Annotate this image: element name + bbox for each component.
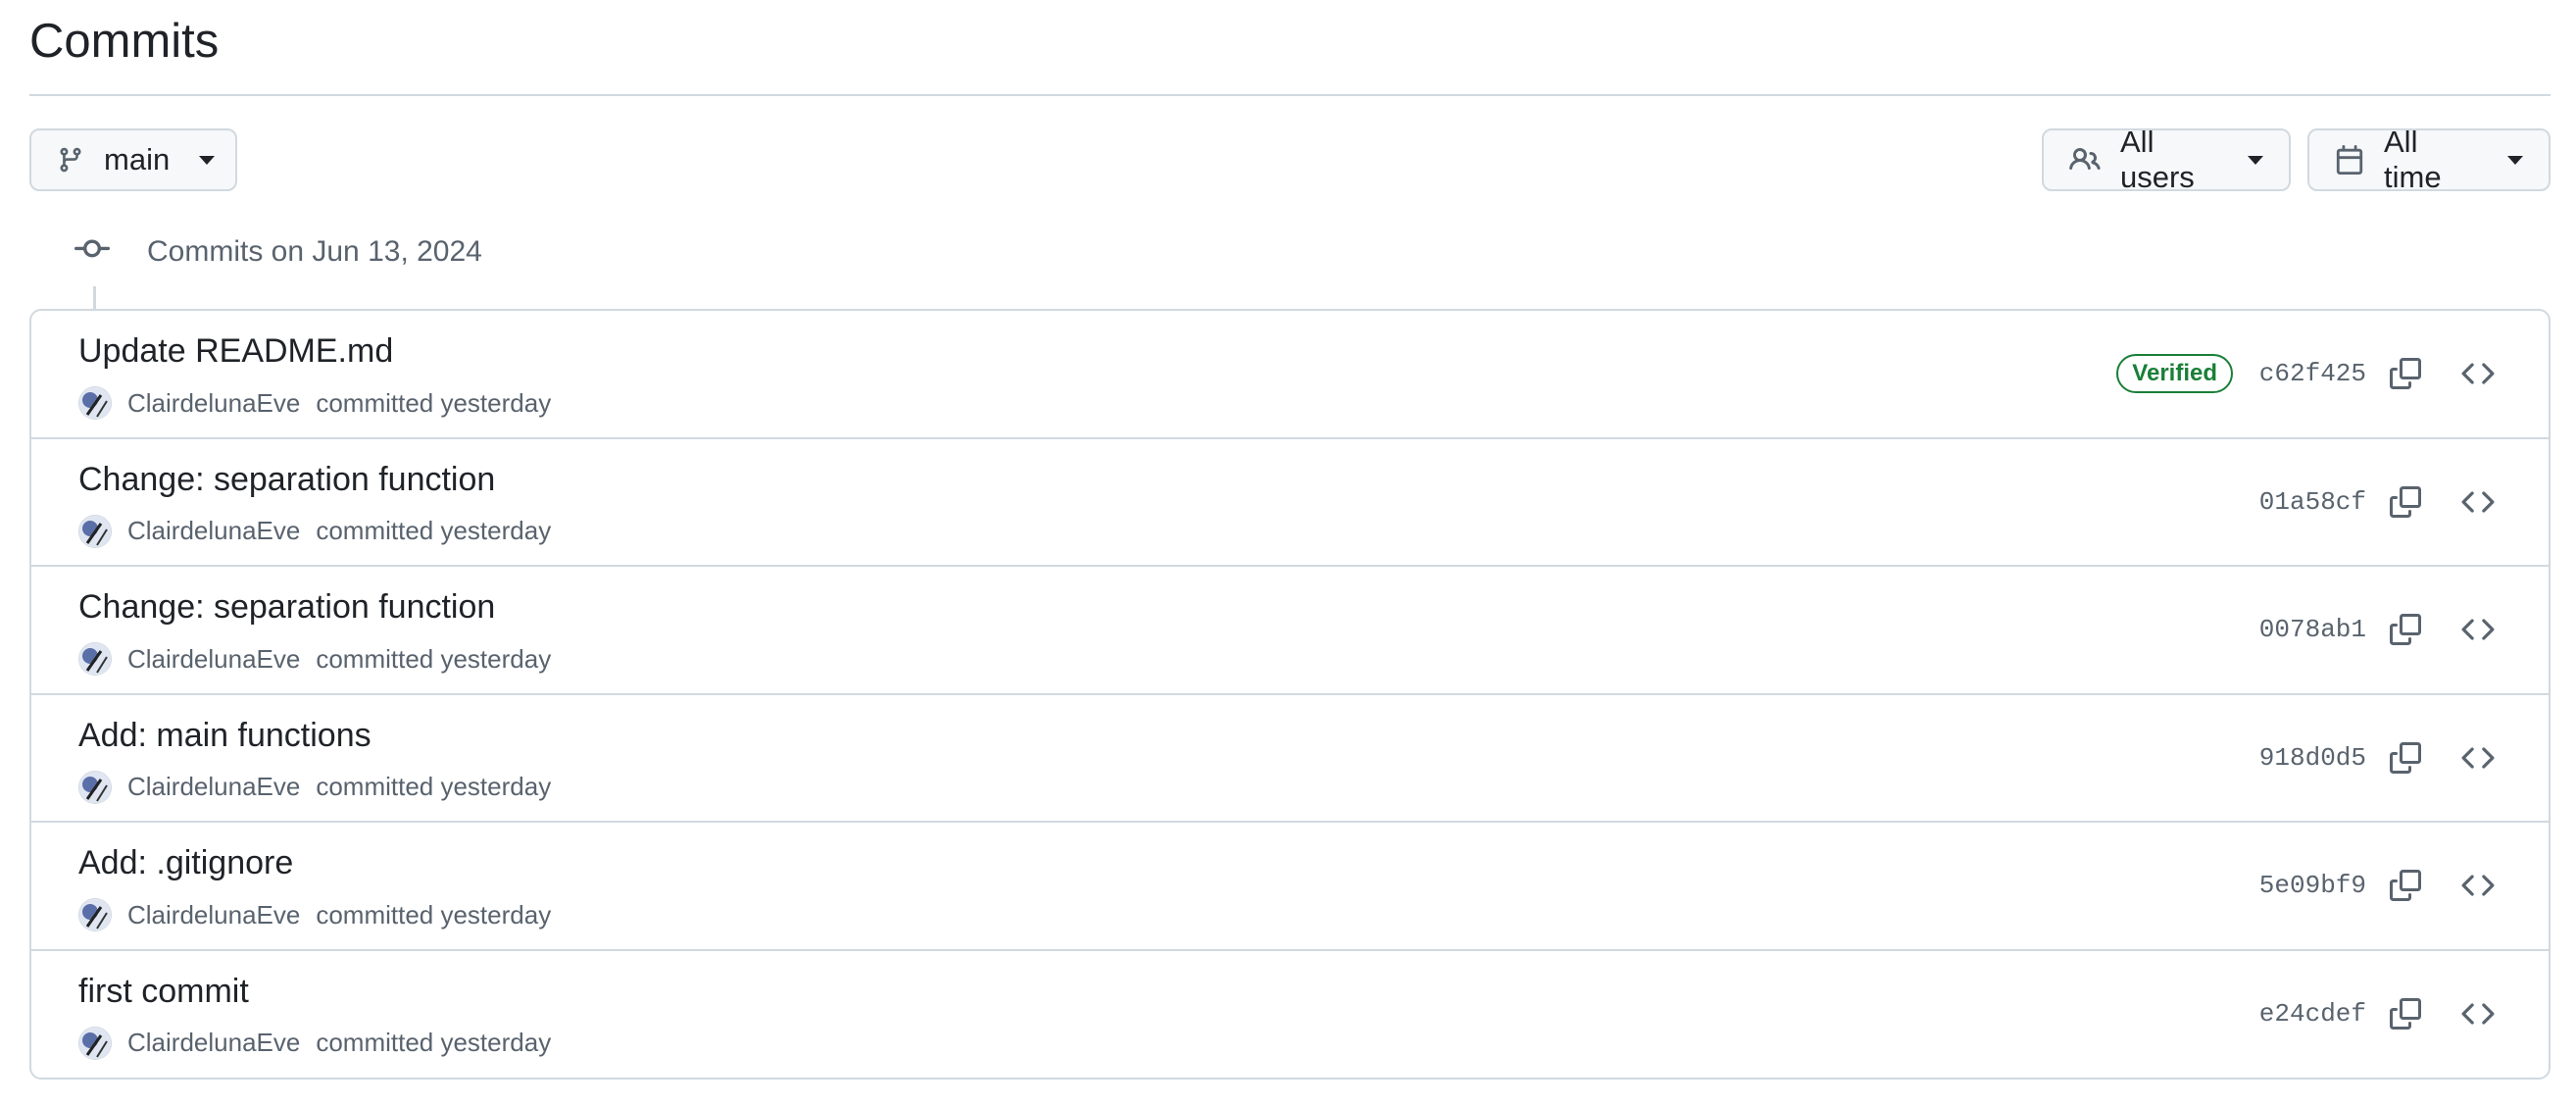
commit-meta: ClairdelunaEve committed yesterday [78,1026,552,1060]
branch-select-button[interactable]: main [29,128,237,191]
commit-time: committed yesterday [316,772,552,801]
commit-sha-link[interactable]: 01a58cf [2259,483,2366,521]
commit-row: Add: main functions ClairdelunaEve commi… [31,695,2549,823]
commit-sha-link[interactable]: 0078ab1 [2259,611,2366,648]
verified-badge[interactable]: Verified [2116,354,2233,393]
commit-sha-link[interactable]: 918d0d5 [2259,739,2366,777]
branch-label: main [104,142,171,176]
commit-row: Change: separation function ClairdelunaE… [31,567,2549,695]
commit-meta: ClairdelunaEve committed yesterday [78,770,552,804]
browse-code-button[interactable] [2458,738,2498,778]
avatar[interactable] [78,642,112,676]
avatar[interactable] [78,898,112,931]
page-title: Commits [29,15,220,68]
commit-title-link[interactable]: Add: main functions [78,717,372,755]
copy-sha-button[interactable] [2386,354,2425,393]
git-commit-icon [74,231,110,272]
commit-time: committed yesterday [316,516,552,545]
copy-sha-button[interactable] [2386,866,2425,905]
code-icon [2461,875,2495,896]
commit-meta: ClairdelunaEve committed yesterday [78,514,552,548]
avatar[interactable] [78,1026,112,1060]
browse-code-button[interactable] [2458,994,2498,1033]
commit-sha-link[interactable]: e24cdef [2259,995,2366,1032]
code-icon [2461,619,2495,640]
commit-title-link[interactable]: Change: separation function [78,588,495,627]
chevron-down-icon [199,155,216,165]
commit-day-header: Commits on Jun 13, 2024 [74,231,482,272]
commit-time: committed yesterday [316,899,552,930]
code-icon [2461,746,2495,769]
commit-title-link[interactable]: Change: separation function [78,461,495,499]
commit-author[interactable]: ClairdelunaEve [127,388,300,419]
users-filter-button[interactable]: All users [2042,125,2291,194]
copy-sha-button[interactable] [2386,482,2425,522]
commit-title-link[interactable]: first commit [78,973,249,1011]
users-filter-label: All users [2120,125,2195,194]
copy-icon [2390,358,2421,389]
avatar[interactable] [78,770,112,804]
timeline-connector [93,286,96,310]
commit-row: Change: separation function ClairdelunaE… [31,439,2549,567]
commit-author[interactable]: ClairdelunaEve [127,900,300,930]
time-filter-label: All time [2384,125,2442,194]
copy-icon [2390,870,2421,901]
code-icon [2461,1002,2495,1025]
title-divider [29,94,2551,96]
commit-meta: ClairdelunaEve committed yesterday [78,642,551,676]
commit-time: committed yesterday [316,1028,552,1057]
copy-sha-button[interactable] [2386,738,2425,778]
commit-day-label: Commits on Jun 13, 2024 [147,234,482,268]
copy-icon [2390,997,2421,1030]
copy-icon [2390,741,2421,774]
commit-sha-link[interactable]: 5e09bf9 [2259,867,2366,904]
commit-row: Update README.md ClairdelunaEve committe… [31,311,2549,439]
copy-sha-button[interactable] [2386,610,2425,649]
commit-author[interactable]: ClairdelunaEve [127,644,300,675]
calendar-icon [2335,145,2364,175]
commit-time: committed yesterday [316,387,552,418]
avatar[interactable] [78,514,112,548]
time-filter-button[interactable]: All time [2307,125,2551,194]
copy-icon [2390,485,2421,518]
avatar[interactable] [78,386,112,420]
copy-icon [2390,614,2421,645]
commit-time: committed yesterday [316,643,552,674]
commit-sha-link[interactable]: c62f425 [2259,355,2366,392]
chevron-down-icon [2248,155,2263,165]
code-icon [2461,490,2495,513]
commit-author[interactable]: ClairdelunaEve [127,772,300,802]
commit-list: Update README.md ClairdelunaEve committe… [29,309,2551,1080]
copy-sha-button[interactable] [2386,994,2425,1033]
browse-code-button[interactable] [2458,866,2498,905]
commit-row: Add: .gitignore ClairdelunaEve committed… [31,823,2549,951]
browse-code-button[interactable] [2458,610,2498,649]
commit-author[interactable]: ClairdelunaEve [127,1028,300,1058]
git-branch-icon [57,146,84,174]
commit-meta: ClairdelunaEve committed yesterday [78,386,551,420]
commit-title-link[interactable]: Update README.md [78,332,393,371]
chevron-down-icon [2507,155,2523,165]
browse-code-button[interactable] [2458,482,2498,522]
code-icon [2461,363,2495,384]
commit-row: first commit ClairdelunaEve committed ye… [31,951,2549,1079]
commit-title-link[interactable]: Add: .gitignore [78,844,293,882]
commit-author[interactable]: ClairdelunaEve [127,516,300,546]
browse-code-button[interactable] [2458,354,2498,393]
commit-meta: ClairdelunaEve committed yesterday [78,898,551,931]
people-icon [2069,144,2101,176]
